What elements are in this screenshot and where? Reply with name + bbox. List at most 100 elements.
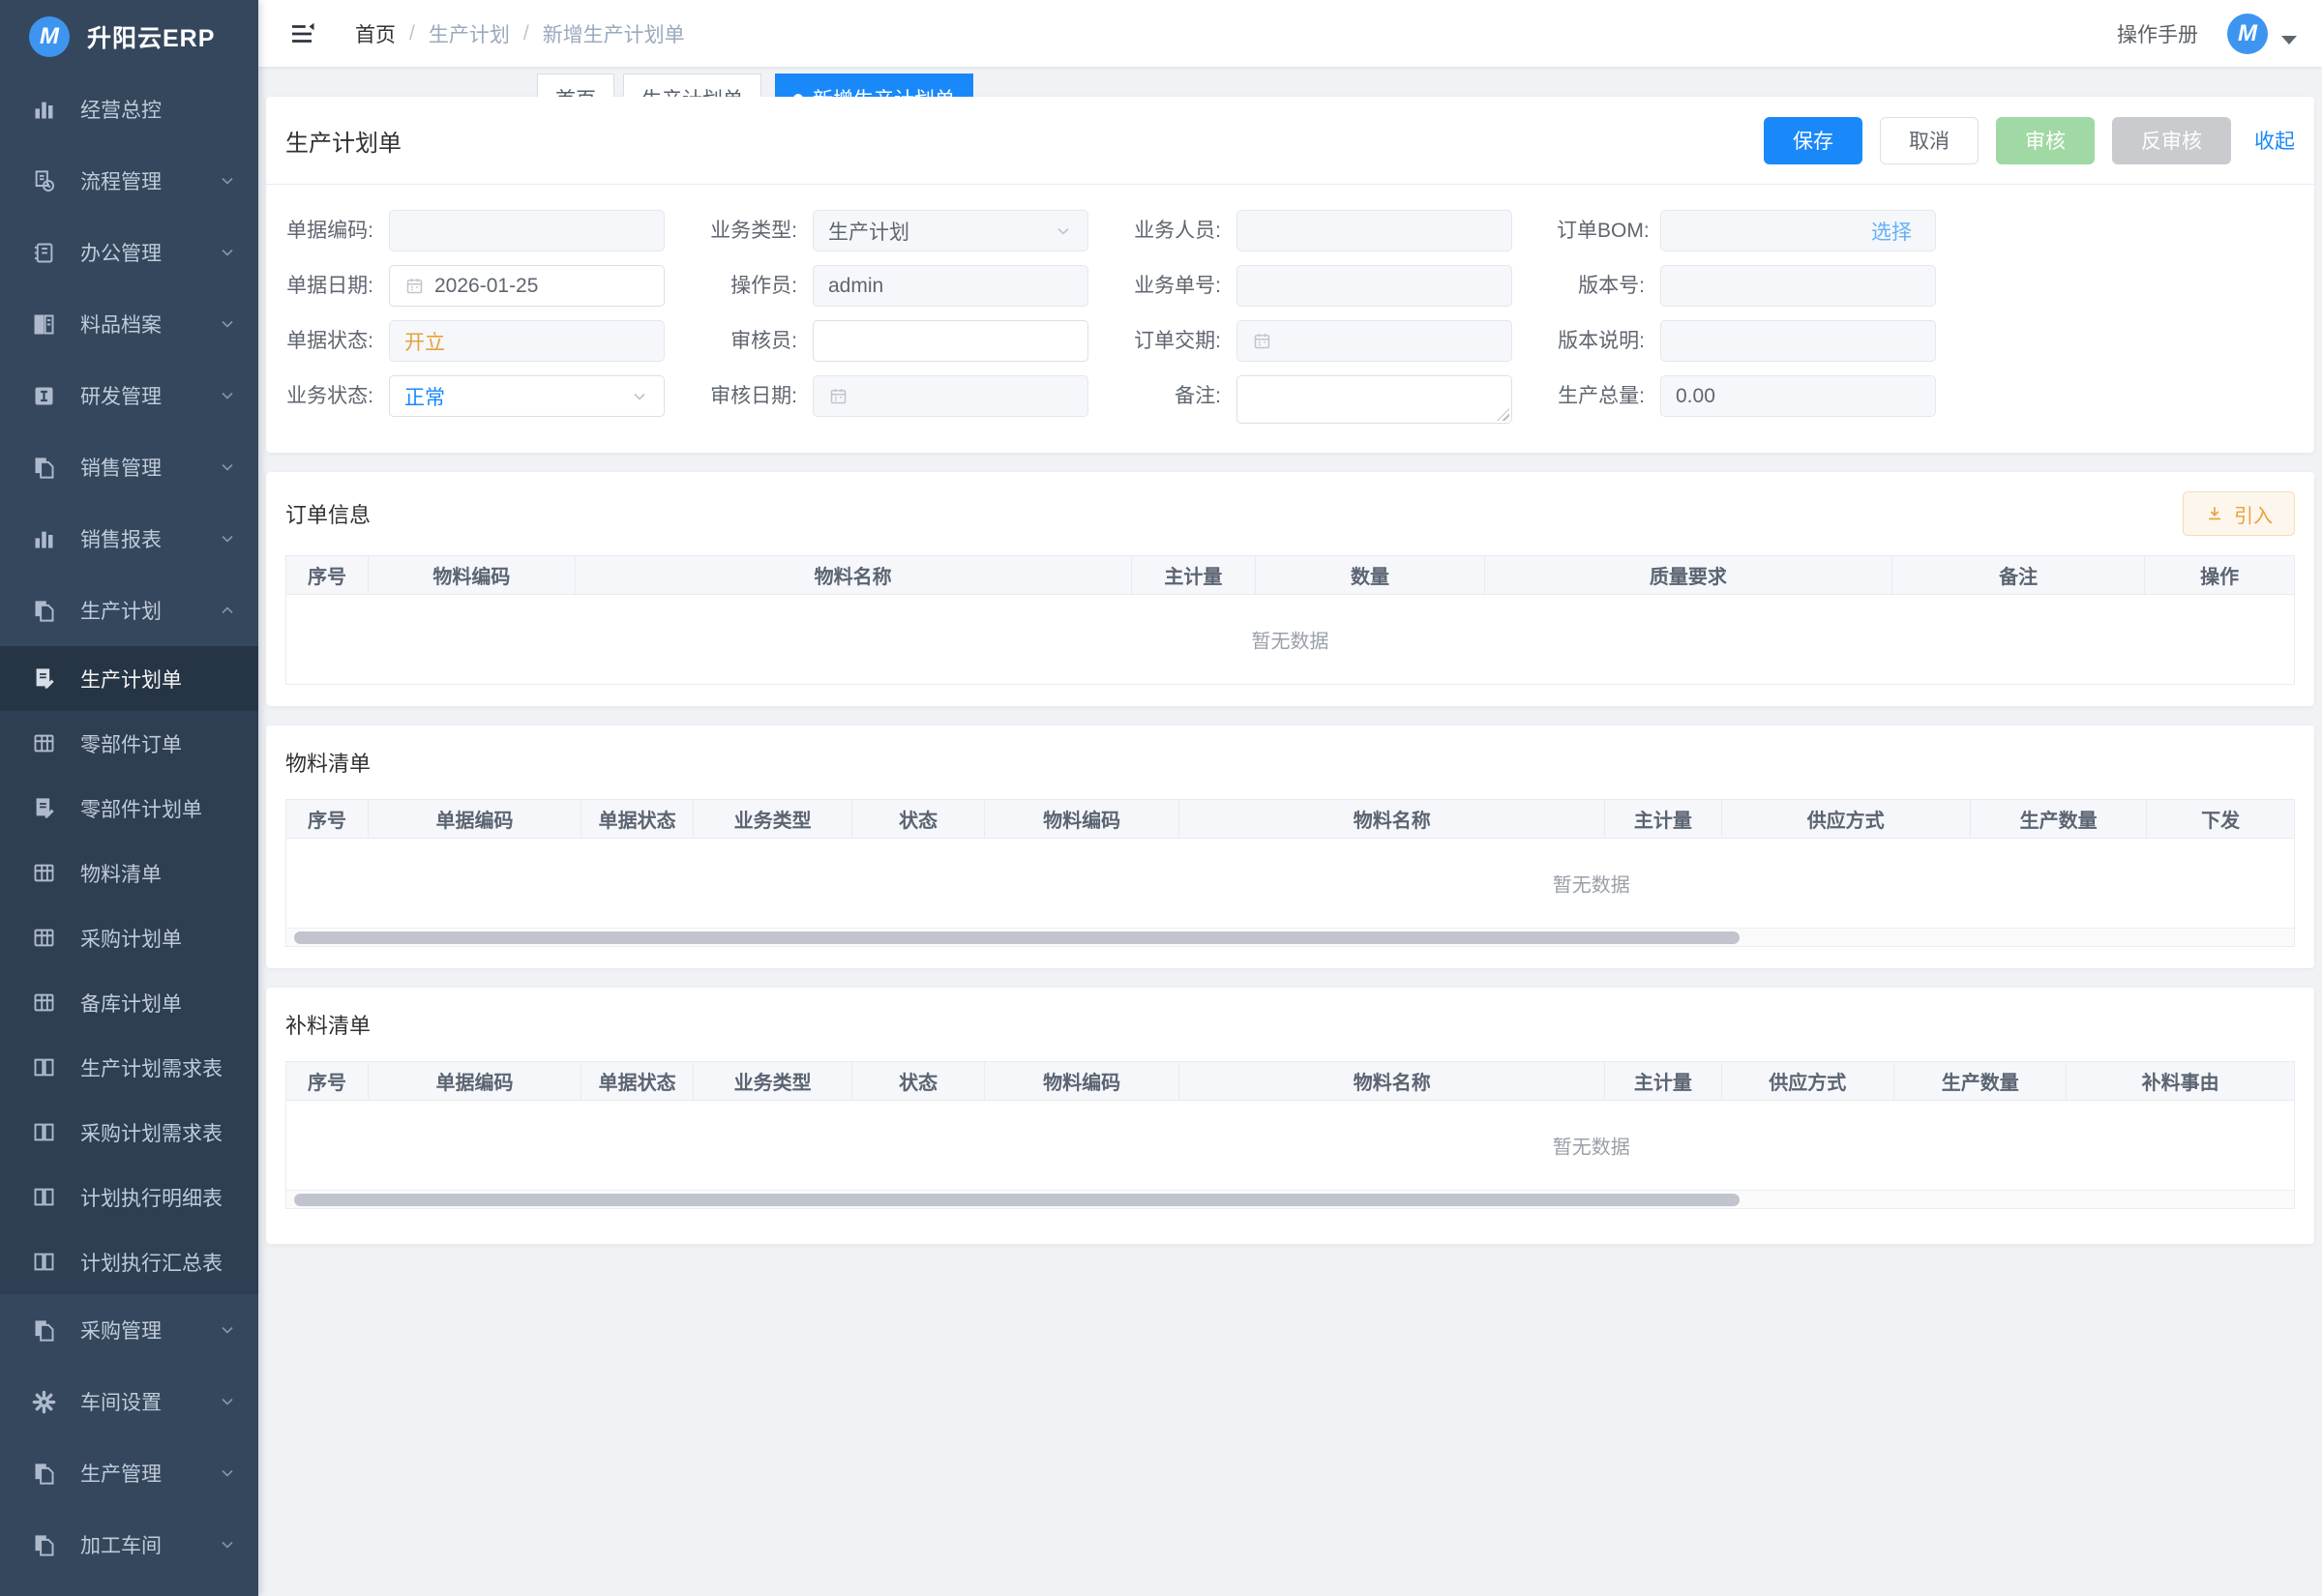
sidebar: M 升阳云ERP 经营总控流程管理办公管理料品档案研发管理销售管理销售报表生产计… xyxy=(0,0,258,1596)
table-empty-row: 暂无数据 xyxy=(286,839,2294,928)
unaudit-button[interactable]: 反审核 xyxy=(2112,117,2231,164)
order-bom-label: 订单BOM: xyxy=(1557,210,1660,251)
doc-status-field: 开立 xyxy=(389,320,665,362)
column-header: 业务类型 xyxy=(694,800,852,838)
tab-label: 生产计划单 xyxy=(641,84,743,97)
business-status-field[interactable]: 正常 xyxy=(389,375,665,417)
auditor-field[interactable] xyxy=(813,320,1088,362)
form-field-business-type: 业务类型:生产计划 xyxy=(709,210,1133,251)
section-supplement-list: 补料清单序号单据编码单据状态业务类型状态物料编码物料名称主计量供应方式生产数量补… xyxy=(266,988,2314,1244)
collapse-sidebar-icon[interactable] xyxy=(287,19,316,48)
sidebar-item-purchase-plan-demand[interactable]: 采购计划需求表 xyxy=(0,1100,258,1165)
sidebar-item-label: 研发管理 xyxy=(80,381,218,410)
grid-icon xyxy=(31,925,57,951)
sidebar-item-material-list[interactable]: 物料清单 xyxy=(0,841,258,905)
sidebar-item-label: 办公管理 xyxy=(80,238,218,267)
sidebar-item-workshop-settings[interactable]: 车间设置 xyxy=(0,1366,258,1437)
manual-link[interactable]: 操作手册 xyxy=(2117,19,2198,48)
copy-doc-icon xyxy=(31,455,57,481)
tab-production-plan-order[interactable]: 生产计划单 xyxy=(623,74,761,97)
doc-date-field[interactable]: 2026-01-25 xyxy=(389,265,665,307)
sidebar-submenu: 生产计划单零部件订单零部件计划单物料清单采购计划单备库计划单生产计划需求表采购计… xyxy=(0,646,258,1294)
sidebar-item-parts-plan-order[interactable]: 零部件计划单 xyxy=(0,776,258,841)
chevron-down-icon xyxy=(218,1535,237,1554)
sidebar-item-process-mgmt[interactable]: 流程管理 xyxy=(0,145,258,217)
sidebar-item-label: 生产计划 xyxy=(80,596,218,625)
sidebar-item-processing-workshop[interactable]: 加工车间 xyxy=(0,1509,258,1581)
sidebar-item-label: 计划执行明细表 xyxy=(80,1183,237,1212)
audit-button[interactable]: 审核 xyxy=(1996,117,2095,164)
sidebar-item-label: 采购管理 xyxy=(80,1315,218,1345)
horizontal-scrollbar-thumb[interactable] xyxy=(294,931,1740,944)
collapse-form-link[interactable]: 收起 xyxy=(2254,126,2295,155)
empty-placeholder: 暂无数据 xyxy=(1553,1132,1630,1160)
column-header: 质量要求 xyxy=(1485,556,1892,594)
resize-handle-icon[interactable] xyxy=(1497,408,1509,421)
sidebar-item-production-plan-order[interactable]: 生产计划单 xyxy=(0,646,258,711)
production-total-field: 0.00 xyxy=(1660,375,1936,417)
table-header-row: 序号单据编码单据状态业务类型状态物料编码物料名称主计量供应方式生产数量补料事由 xyxy=(286,1062,2294,1101)
form-card-header: 生产计划单 保存 取消 审核 反审核 收起 xyxy=(266,97,2314,185)
chevron-down-icon xyxy=(218,243,237,262)
import-button[interactable]: 引入 xyxy=(2183,491,2295,536)
sidebar-item-purchase-plan-order[interactable]: 采购计划单 xyxy=(0,905,258,970)
tab-label: 首页 xyxy=(555,84,596,97)
breadcrumb-current: 新增生产计划单 xyxy=(543,19,685,48)
user-menu-caret-icon[interactable] xyxy=(2281,36,2297,44)
chevron-down-icon xyxy=(218,1320,237,1340)
sidebar-item-purchase-mgmt[interactable]: 采购管理 xyxy=(0,1294,258,1366)
form-field-version-desc: 版本说明: xyxy=(1557,320,1980,362)
sidebar-item-office-mgmt[interactable]: 办公管理 xyxy=(0,217,258,288)
version-desc-label: 版本说明: xyxy=(1557,320,1660,362)
user-avatar[interactable]: M xyxy=(2227,14,2268,54)
cancel-button[interactable]: 取消 xyxy=(1880,117,1979,164)
column-header: 下发 xyxy=(2147,800,2293,838)
sidebar-item-production-mgmt[interactable]: 生产管理 xyxy=(0,1437,258,1509)
sidebar-item-production-plan[interactable]: 生产计划 xyxy=(0,575,258,646)
sidebar-item-business-dashboard[interactable]: 经营总控 xyxy=(0,74,258,145)
column-header: 物料编码 xyxy=(369,556,576,594)
save-button[interactable]: 保存 xyxy=(1764,117,1862,164)
column-header: 业务类型 xyxy=(694,1062,852,1100)
sidebar-item-material-archives[interactable]: 料品档案 xyxy=(0,288,258,360)
active-tab-dot-icon xyxy=(793,94,803,97)
horizontal-scrollbar-thumb[interactable] xyxy=(294,1194,1740,1206)
calendar-icon xyxy=(404,276,425,296)
tab-new-production-plan-order[interactable]: 新增生产计划单 xyxy=(775,74,973,97)
order-info-table: 序号物料编码物料名称主计量数量质量要求备注操作暂无数据 xyxy=(285,555,2295,685)
breadcrumb-home[interactable]: 首页 xyxy=(355,19,396,48)
table-sections: 订单信息引入序号物料编码物料名称主计量数量质量要求备注操作暂无数据物料清单序号单… xyxy=(266,472,2314,1244)
column-header: 主计量 xyxy=(1605,800,1721,838)
form-field-production-total: 生产总量:0.00 xyxy=(1557,375,1980,424)
tab-home[interactable]: 首页 xyxy=(537,74,614,97)
sidebar-item-rd-mgmt[interactable]: 研发管理 xyxy=(0,360,258,431)
doc-edit-icon xyxy=(31,795,57,821)
form-field-doc-code: 单据编码: xyxy=(285,210,709,251)
form-field-business-status: 业务状态:正常 xyxy=(285,375,709,424)
column-header: 序号 xyxy=(286,556,369,594)
business-status-value: 正常 xyxy=(404,382,630,411)
bar-chart-icon xyxy=(31,526,57,552)
audit-date-field xyxy=(813,375,1088,417)
remark-field[interactable] xyxy=(1236,375,1512,424)
column-header: 单据状态 xyxy=(581,1062,694,1100)
sidebar-item-plan-exec-summary[interactable]: 计划执行汇总表 xyxy=(0,1229,258,1294)
sidebar-item-production-plan-demand[interactable]: 生产计划需求表 xyxy=(0,1035,258,1100)
business-type-label: 业务类型: xyxy=(709,210,813,251)
sidebar-item-label: 销售管理 xyxy=(80,453,218,482)
sidebar-item-parts-order[interactable]: 零部件订单 xyxy=(0,711,258,776)
breadcrumb-production-plan[interactable]: 生产计划 xyxy=(429,19,510,48)
sidebar-item-plan-exec-detail[interactable]: 计划执行明细表 xyxy=(0,1165,258,1229)
business-no-label: 业务单号: xyxy=(1133,265,1236,307)
order-bom-select-link[interactable]: 选择 xyxy=(1871,217,1912,246)
chevron-down-icon xyxy=(218,314,237,334)
sidebar-item-stock-plan-order[interactable]: 备库计划单 xyxy=(0,970,258,1035)
bar-chart-icon xyxy=(31,97,57,123)
chevron-down-icon xyxy=(218,529,237,548)
sidebar-item-sales-mgmt[interactable]: 销售管理 xyxy=(0,431,258,503)
column-header: 物料名称 xyxy=(576,556,1132,594)
sidebar-item-sales-reports[interactable]: 销售报表 xyxy=(0,503,258,575)
doc-clock-icon xyxy=(31,168,57,194)
business-no-field xyxy=(1236,265,1512,307)
notebook-icon xyxy=(31,240,57,266)
